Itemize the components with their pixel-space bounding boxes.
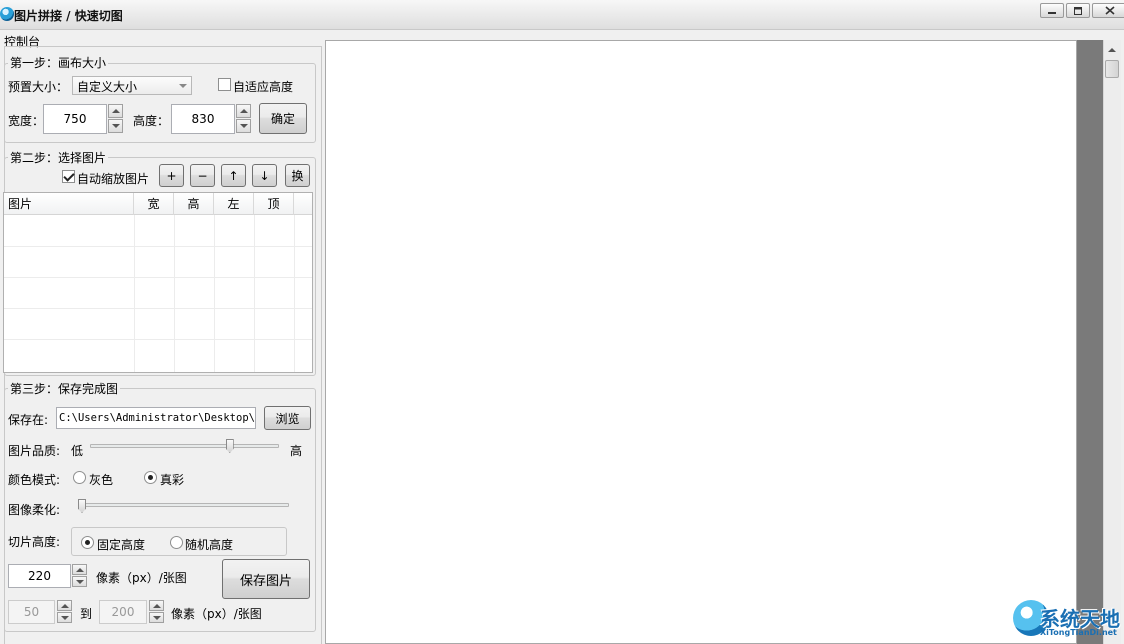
save-path-input[interactable]: C:\Users\Administrator\Desktop\下: [56, 407, 256, 429]
to-label: 到: [80, 607, 93, 621]
grid-line: [254, 215, 255, 372]
auto-height-label: 自适应高度: [233, 80, 294, 94]
table-header: 图片 宽 高 左 顶: [4, 193, 312, 215]
close-icon: [1105, 6, 1115, 15]
step2-legend: 第二步：选择图片: [8, 149, 109, 166]
step3-legend: 第三步：保存完成图: [8, 380, 121, 397]
random-max-up-button[interactable]: [149, 600, 164, 611]
scroll-up-button[interactable]: [1105, 43, 1119, 57]
gray-radio[interactable]: [73, 471, 86, 484]
random-height-label: 随机高度: [185, 538, 234, 552]
preset-size-select[interactable]: 自定义大小: [72, 76, 192, 95]
scroll-thumb[interactable]: [1105, 60, 1119, 78]
app-icon: [0, 7, 14, 21]
remove-image-button[interactable]: −: [190, 164, 215, 187]
quality-low-label: 低: [71, 444, 84, 458]
quality-slider-track[interactable]: [90, 444, 279, 448]
window-title: 图片拼接 / 快速切图: [14, 9, 123, 23]
canvas-gutter: [1077, 40, 1103, 644]
quality-high-label: 高: [290, 444, 303, 458]
arrow-down-icon: [75, 579, 84, 584]
title-bar: [0, 0, 1124, 30]
grid-line: [4, 339, 312, 340]
width-input[interactable]: 750: [43, 104, 107, 134]
column-header-left[interactable]: 左: [214, 193, 254, 215]
add-image-button[interactable]: +: [159, 164, 184, 187]
move-down-button[interactable]: ↓: [252, 164, 277, 187]
arrow-up-icon: [60, 603, 69, 608]
soften-label: 图像柔化:: [8, 503, 61, 517]
arrow-down-icon: [111, 124, 120, 128]
auto-scale-label: 自动缩放图片: [77, 172, 150, 186]
soften-slider-track[interactable]: [79, 503, 289, 507]
fixed-height-label: 固定高度: [97, 538, 146, 552]
canvas-preview[interactable]: [325, 40, 1077, 644]
grid-line: [4, 246, 312, 247]
fixed-height-input[interactable]: 220: [8, 564, 71, 588]
height-label: 高度：: [133, 114, 170, 128]
column-header-top[interactable]: 顶: [254, 193, 294, 215]
arrow-up-icon: [239, 109, 248, 113]
arrow-up-icon: [1108, 48, 1116, 52]
quality-label: 图片品质:: [8, 444, 61, 458]
true-color-radio-label: 真彩: [160, 473, 185, 487]
minimize-icon: [1048, 11, 1056, 14]
watermark-url: XiTongTianDi.net: [1040, 628, 1117, 637]
grid-line: [134, 215, 135, 372]
replace-image-button[interactable]: 换: [285, 164, 310, 187]
fixed-height-up-button[interactable]: [72, 564, 87, 575]
unit-label-2: 像素（px）/张图: [171, 607, 262, 621]
maximize-icon: [1074, 6, 1082, 15]
random-min-up-button[interactable]: [57, 600, 72, 611]
step1-legend: 第一步：画布大小: [8, 54, 109, 71]
width-down-button[interactable]: [108, 119, 123, 133]
save-image-button[interactable]: 保存图片: [222, 559, 310, 599]
grid-line: [4, 308, 312, 309]
column-header-height[interactable]: 高: [174, 193, 214, 215]
width-label: 宽度：: [8, 114, 45, 128]
maximize-button[interactable]: [1066, 3, 1090, 18]
arrow-up-icon: [152, 603, 161, 608]
save-in-label: 保存在:: [8, 413, 49, 427]
height-up-button[interactable]: [236, 104, 251, 118]
unit-label: 像素（px）/张图: [96, 571, 187, 585]
random-min-input[interactable]: 50: [8, 600, 55, 624]
random-max-input[interactable]: 200: [99, 600, 147, 624]
browse-button[interactable]: 浏览: [264, 406, 311, 430]
arrow-down-icon: [60, 615, 69, 620]
move-up-button[interactable]: ↑: [221, 164, 246, 187]
confirm-button[interactable]: 确定: [259, 103, 307, 134]
arrow-up-icon: [111, 109, 120, 113]
grid-line: [4, 277, 312, 278]
auto-scale-checkbox[interactable]: [62, 170, 75, 183]
auto-height-checkbox[interactable]: [218, 78, 231, 91]
random-min-down-button[interactable]: [57, 612, 72, 623]
height-down-button[interactable]: [236, 119, 251, 133]
vertical-scrollbar[interactable]: [1103, 40, 1121, 644]
minimize-button[interactable]: [1040, 3, 1064, 18]
preset-size-label: 预置大小：: [8, 80, 69, 94]
close-button[interactable]: [1092, 3, 1124, 18]
arrow-down-icon: [239, 124, 248, 128]
arrow-up-icon: [75, 567, 84, 572]
grid-line: [294, 215, 295, 372]
grid-line: [174, 215, 175, 372]
fixed-height-radio[interactable]: [81, 536, 94, 549]
true-color-radio[interactable]: [144, 471, 157, 484]
gray-radio-label: 灰色: [89, 473, 114, 487]
fixed-height-down-button[interactable]: [72, 576, 87, 587]
chevron-down-icon: [179, 84, 187, 88]
color-mode-label: 颜色模式:: [8, 473, 61, 487]
column-header-width[interactable]: 宽: [134, 193, 174, 215]
height-input[interactable]: 830: [171, 104, 235, 134]
grid-line: [214, 215, 215, 372]
random-max-down-button[interactable]: [149, 612, 164, 623]
column-header-image[interactable]: 图片: [4, 193, 134, 215]
arrow-down-icon: [152, 615, 161, 620]
image-table[interactable]: 图片 宽 高 左 顶: [3, 192, 313, 373]
width-up-button[interactable]: [108, 104, 123, 118]
random-height-radio[interactable]: [170, 536, 183, 549]
slice-height-label: 切片高度:: [8, 535, 61, 549]
preset-size-value: 自定义大小: [77, 80, 138, 94]
